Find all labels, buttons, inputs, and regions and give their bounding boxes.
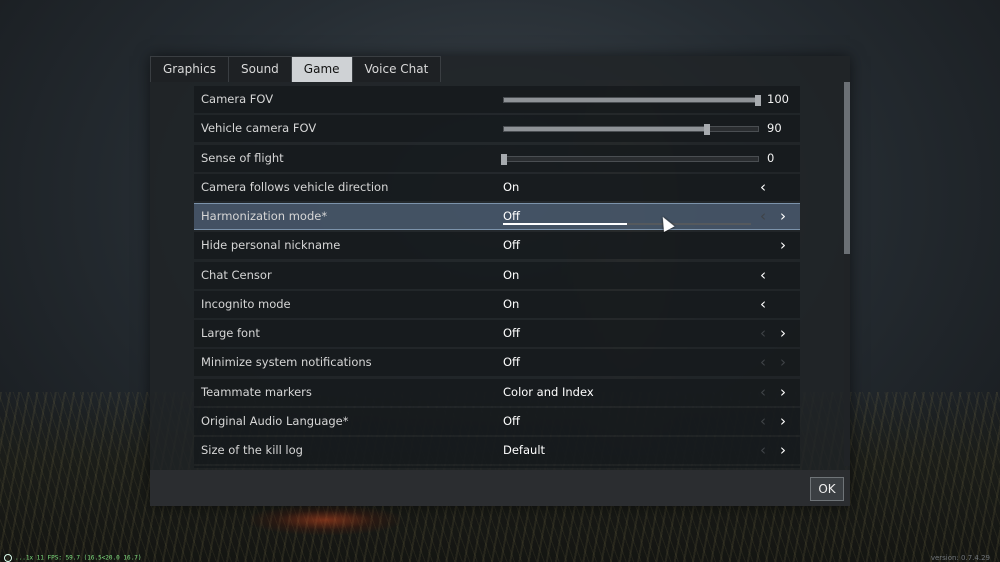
background-embers (250, 505, 400, 535)
version-label: version: 0.7.4.29 (930, 554, 990, 562)
setting-label: Minimize system notifications (201, 355, 372, 370)
setting-row-vehicle-camera-fov[interactable]: Vehicle camera FOV 90 (194, 115, 800, 143)
scrollbar-thumb[interactable] (844, 82, 850, 254)
tab-voice-chat[interactable]: Voice Chat (351, 56, 442, 82)
chevron-right-icon[interactable]: › (775, 320, 791, 347)
setting-value: Color and Index (503, 384, 594, 399)
chevron-right-icon[interactable]: › (775, 232, 791, 259)
chevron-left-icon[interactable]: ‹ (755, 204, 771, 229)
chevron-right-icon[interactable]: › (775, 204, 791, 229)
fps-overlay: ...1x 11 FPS: 59.7 (16.5<20.0 16.7) (4, 554, 141, 562)
setting-row-hide-nickname[interactable]: Hide personal nickname Off › (194, 232, 800, 260)
setting-value: On (503, 179, 520, 194)
chevron-left-icon[interactable]: ‹ (755, 437, 771, 464)
setting-label: Chat Censor (201, 267, 272, 282)
setting-row-kill-log-size[interactable]: Size of the kill log Default ‹ › (194, 437, 800, 464)
slider-fill (504, 127, 708, 132)
chevron-left-icon[interactable]: ‹ (755, 320, 771, 347)
setting-value: On (503, 267, 520, 282)
setting-row-chat-censor[interactable]: Chat Censor On ‹ (194, 261, 800, 289)
setting-row-camera-fov[interactable]: Camera FOV 100 (194, 86, 800, 113)
setting-value: Off (503, 238, 520, 253)
setting-row-audio-language[interactable]: Original Audio Language* Off ‹ › (194, 407, 800, 435)
chevron-left-icon[interactable]: ‹ (755, 408, 771, 435)
setting-label: Large font (201, 326, 260, 340)
setting-value: On (503, 296, 520, 311)
chevron-left-icon[interactable]: ‹ (755, 174, 771, 201)
chevron-right-icon[interactable]: › (775, 437, 791, 464)
settings-scrollbar[interactable] (844, 82, 850, 466)
setting-label: Sense of flight (201, 150, 284, 165)
setting-value: Off (503, 326, 520, 340)
setting-value: Off (503, 209, 520, 223)
setting-label: Camera follows vehicle direction (201, 179, 389, 194)
tab-sound[interactable]: Sound (228, 56, 292, 82)
setting-row-camera-follows[interactable]: Camera follows vehicle direction On ‹ (194, 173, 800, 201)
setting-value: 100 (767, 92, 789, 106)
camera-fov-slider[interactable] (503, 95, 761, 106)
setting-label: Hide personal nickname (201, 238, 341, 253)
setting-label: Teammate markers (201, 384, 312, 399)
setting-row-incognito[interactable]: Incognito mode On ‹ (194, 290, 800, 318)
dialog-footer: OK (150, 470, 850, 506)
chevron-right-icon[interactable]: › (775, 349, 791, 376)
settings-list: Camera FOV 100 Vehicle camera FOV 90 Sen… (194, 86, 800, 468)
sense-of-flight-slider[interactable] (501, 153, 759, 165)
slider-handle[interactable] (704, 124, 711, 136)
chevron-left-icon[interactable]: ‹ (755, 291, 771, 318)
fps-text: ...1x 11 FPS: 59.7 (16.5<20.0 16.7) (15, 554, 142, 562)
chevron-left-icon[interactable]: ‹ (755, 349, 771, 376)
setting-value: Default (503, 443, 546, 457)
chevron-left-icon[interactable]: ‹ (755, 262, 771, 289)
setting-label: Harmonization mode* (201, 209, 328, 223)
slider-handle[interactable] (501, 153, 507, 165)
setting-row-harmonization-mode[interactable]: Harmonization mode* Off ‹ › (194, 203, 800, 230)
settings-window: Graphics Sound Game Voice Chat Camera FO… (150, 56, 850, 506)
chevron-left-icon[interactable]: ‹ (755, 379, 771, 406)
setting-value: 0 (767, 150, 775, 165)
setting-label: Size of the kill log (201, 443, 303, 457)
tab-graphics[interactable]: Graphics (150, 56, 229, 82)
setting-value: Off (503, 355, 520, 370)
progress-fill (503, 223, 627, 225)
chevron-right-icon[interactable]: › (775, 408, 791, 435)
setting-row-sense-of-flight[interactable]: Sense of flight 0 (194, 144, 800, 172)
setting-label: Incognito mode (201, 296, 291, 311)
target-icon (4, 554, 12, 562)
setting-row-large-font[interactable]: Large font Off ‹ › (194, 320, 800, 347)
chevron-right-icon[interactable]: › (775, 379, 791, 406)
setting-row-teammate-markers[interactable]: Teammate markers Color and Index ‹ › (194, 378, 800, 406)
setting-label: Camera FOV (201, 92, 274, 106)
tab-game[interactable]: Game (290, 56, 353, 82)
vehicle-camera-fov-slider[interactable] (503, 124, 759, 136)
setting-row-partial[interactable] (194, 466, 800, 468)
ok-button[interactable]: OK (810, 477, 844, 501)
setting-value: Off (503, 413, 520, 428)
setting-label: Vehicle camera FOV (201, 121, 317, 136)
slider-handle[interactable] (755, 95, 761, 106)
setting-label: Original Audio Language* (201, 413, 349, 428)
setting-value: 90 (767, 121, 782, 136)
slider-fill (504, 98, 758, 102)
tab-bar: Graphics Sound Game Voice Chat (150, 56, 442, 82)
apply-progress-bar (503, 223, 751, 225)
setting-row-minimize-notifications[interactable]: Minimize system notifications Off ‹ › (194, 349, 800, 377)
